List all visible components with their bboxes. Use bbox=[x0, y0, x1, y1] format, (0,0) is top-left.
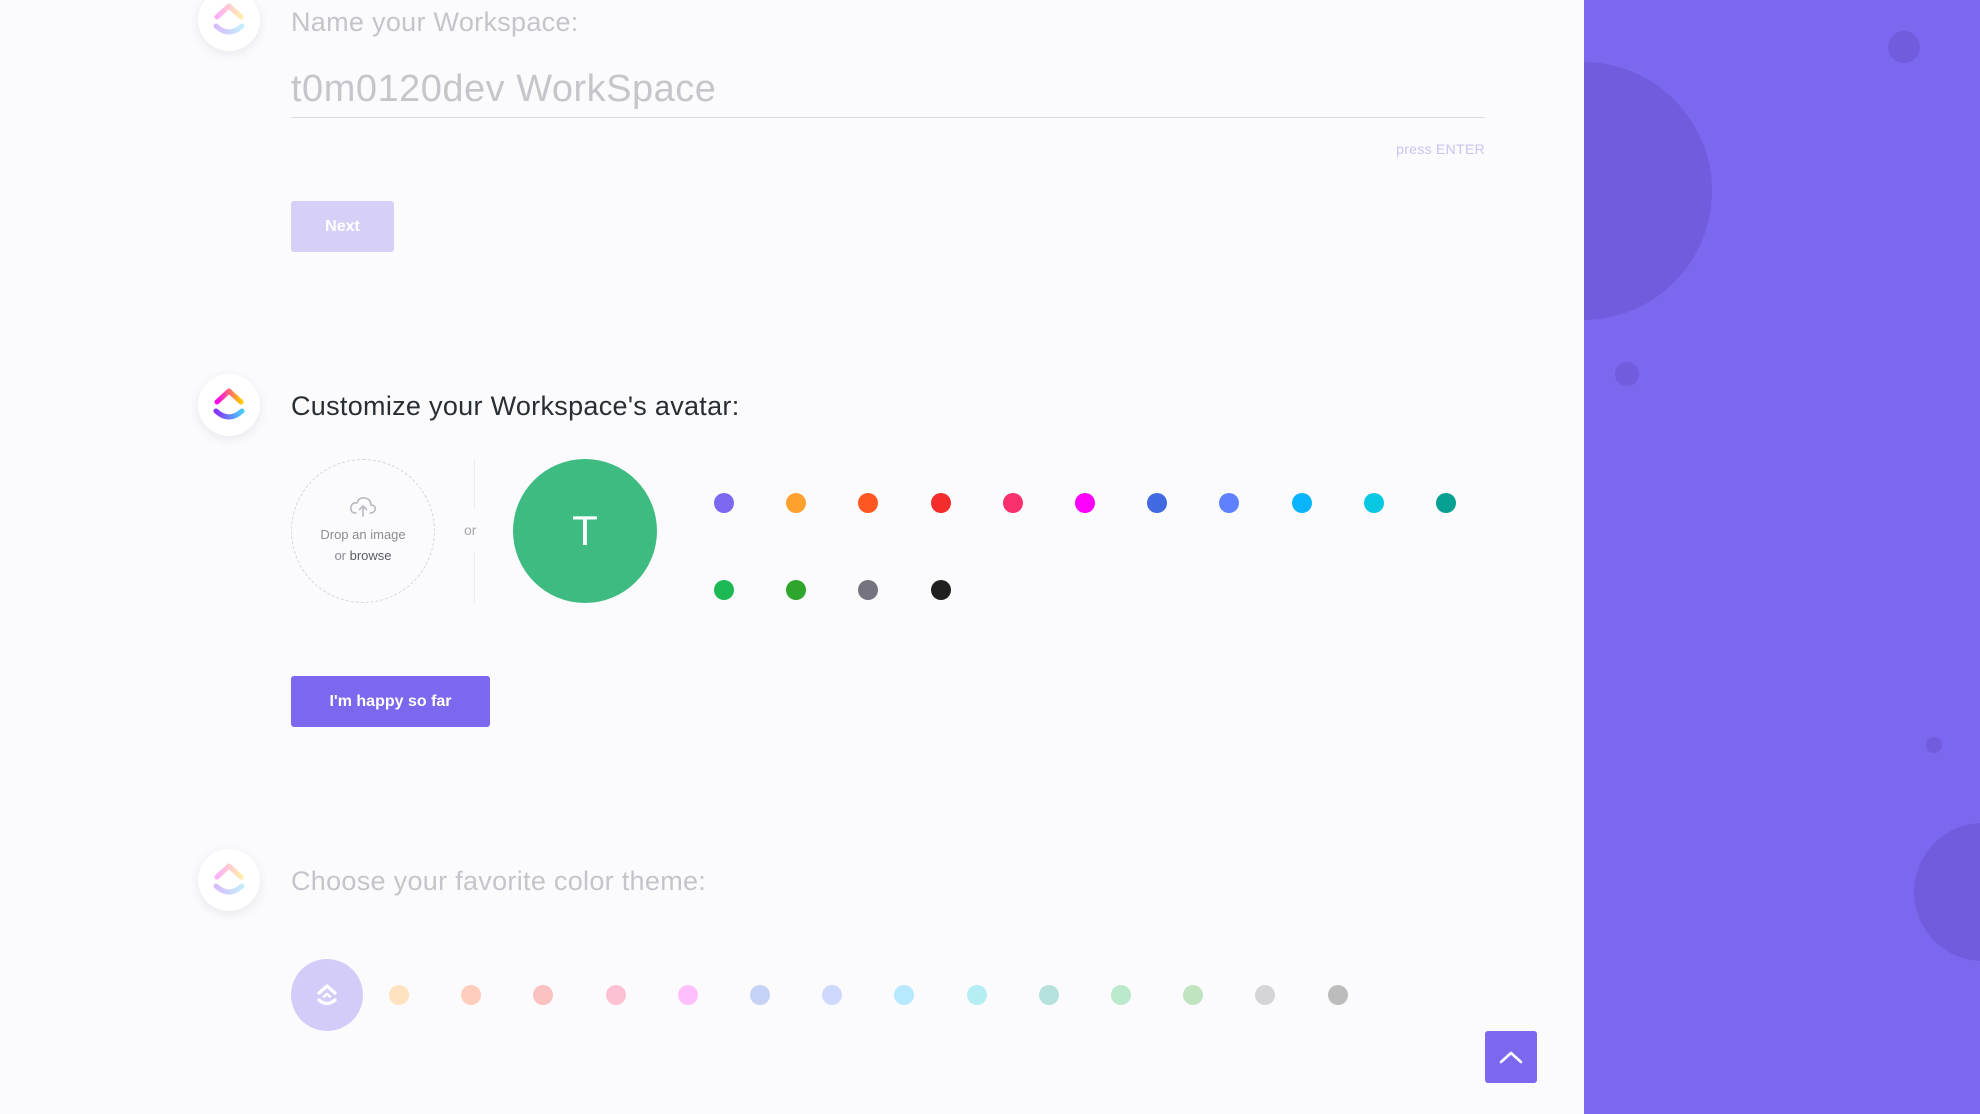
drop-image-text: Drop an image bbox=[320, 527, 406, 542]
theme-color-swatch[interactable] bbox=[461, 985, 482, 1005]
workspace-name-input[interactable] bbox=[291, 62, 1485, 118]
avatar-color-swatch[interactable] bbox=[1436, 493, 1456, 513]
theme-color-swatch[interactable] bbox=[750, 985, 770, 1005]
theme-color-swatch[interactable] bbox=[822, 985, 843, 1005]
avatar-color-swatch[interactable] bbox=[786, 580, 807, 600]
browse-line: or browse bbox=[334, 545, 391, 566]
im-happy-button[interactable]: I'm happy so far bbox=[291, 676, 490, 727]
avatar-letter: T bbox=[572, 507, 598, 554]
theme-color-swatch[interactable] bbox=[1327, 985, 1348, 1005]
decor-circle-small bbox=[1615, 362, 1639, 386]
decor-circle-small bbox=[1926, 737, 1942, 753]
avatar-color-swatch[interactable] bbox=[1363, 493, 1384, 513]
clickup-logo-icon bbox=[198, 849, 260, 911]
avatar-color-swatch[interactable] bbox=[930, 580, 951, 600]
theme-color-swatch[interactable] bbox=[966, 985, 987, 1005]
theme-color-swatch[interactable] bbox=[389, 985, 409, 1005]
avatar-color-swatch[interactable] bbox=[1291, 493, 1312, 513]
name-workspace-heading: Name your Workspace: bbox=[291, 7, 579, 37]
clickup-logo-icon bbox=[198, 0, 260, 51]
workspace-avatar-preview: T bbox=[513, 459, 657, 603]
avatar-color-swatch[interactable] bbox=[714, 580, 734, 600]
press-enter-hint: press ENTER bbox=[1396, 141, 1485, 157]
theme-swatch-selected[interactable] bbox=[291, 959, 363, 1031]
avatar-color-swatch[interactable] bbox=[714, 493, 734, 513]
theme-color-swatch[interactable] bbox=[894, 985, 915, 1005]
browse-link[interactable]: browse bbox=[350, 548, 392, 563]
cloud-upload-icon bbox=[350, 497, 376, 517]
decor-circle-large bbox=[1584, 62, 1712, 320]
customize-avatar-heading: Customize your Workspace's avatar: bbox=[291, 391, 740, 421]
decor-circle-medium bbox=[1914, 823, 1980, 961]
theme-color-swatch[interactable] bbox=[1255, 985, 1276, 1005]
avatar-color-swatch[interactable] bbox=[1075, 493, 1095, 513]
next-button[interactable]: Next bbox=[291, 201, 394, 252]
avatar-color-swatch[interactable] bbox=[1219, 493, 1240, 513]
scroll-to-top-button[interactable] bbox=[1485, 1031, 1537, 1083]
theme-color-swatch[interactable] bbox=[1038, 985, 1059, 1005]
color-theme-heading: Choose your favorite color theme: bbox=[291, 866, 707, 896]
avatar-color-swatch[interactable] bbox=[858, 580, 879, 600]
avatar-color-swatch[interactable] bbox=[786, 493, 807, 513]
clickup-mark-icon bbox=[317, 984, 337, 1006]
theme-color-swatch[interactable] bbox=[1111, 985, 1131, 1005]
avatar-color-swatch[interactable] bbox=[858, 493, 879, 513]
chevron-up-icon bbox=[1499, 1051, 1523, 1064]
theme-color-swatch[interactable] bbox=[605, 985, 626, 1005]
image-drop-zone[interactable]: Drop an image or browse bbox=[291, 459, 435, 603]
avatar-color-swatch[interactable] bbox=[1002, 493, 1023, 513]
avatar-color-swatch[interactable] bbox=[930, 493, 951, 513]
avatar-color-swatch[interactable] bbox=[1147, 493, 1168, 513]
clickup-logo-icon bbox=[198, 374, 260, 436]
drop-or-text: or bbox=[334, 548, 346, 563]
or-label: or bbox=[464, 522, 477, 538]
divider-bottom bbox=[474, 552, 475, 603]
theme-color-swatch[interactable] bbox=[1183, 985, 1204, 1005]
onboarding-main: Name your Workspace: press ENTER Next Cu… bbox=[0, 0, 1584, 1114]
divider-top bbox=[474, 459, 475, 509]
theme-color-swatch[interactable] bbox=[677, 985, 698, 1005]
theme-color-swatch[interactable] bbox=[533, 985, 554, 1005]
decorative-side-panel bbox=[1584, 0, 1980, 1114]
decor-circle-small bbox=[1888, 31, 1920, 63]
